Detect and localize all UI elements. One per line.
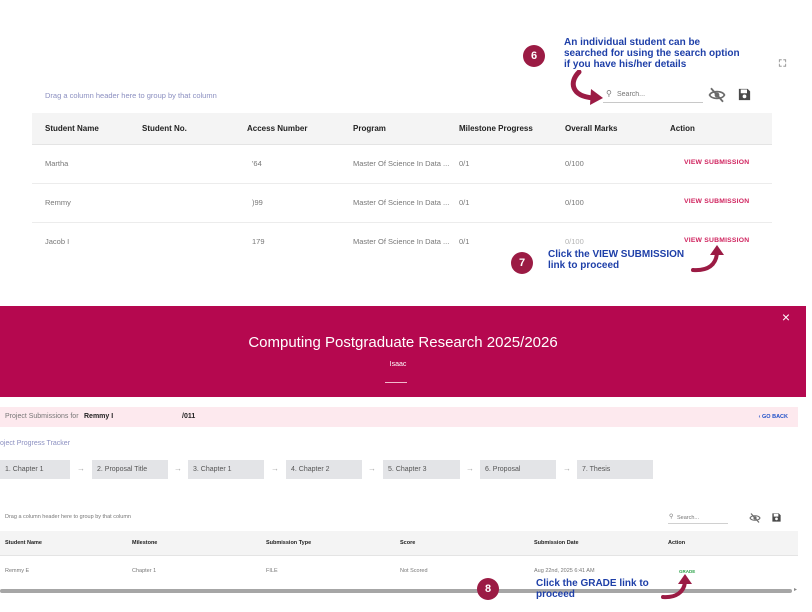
step-badge-8: 8 <box>477 578 499 600</box>
col-action[interactable]: Action <box>670 124 695 133</box>
col-milestone[interactable]: Milestone <box>132 540 157 546</box>
view-submission-link[interactable]: VIEW SUBMISSION <box>684 198 749 205</box>
cell-marks: 0/100 <box>565 237 584 246</box>
cell-marks: 0/100 <box>565 159 584 168</box>
submissions-label: Project Submissions for <box>5 413 79 420</box>
progress-tracker-title: oject Progress Tracker <box>0 440 71 447</box>
banner-subtitle: Isaac <box>389 361 407 368</box>
callout-6-line: An individual student can be <box>564 37 701 48</box>
group-by-hint: Drag a column header here to group by th… <box>5 514 131 520</box>
arrow-right-icon: → <box>271 464 279 473</box>
step-badge-6: 6 <box>523 45 545 67</box>
callout-6-line: searched for using the search option <box>564 48 740 59</box>
tracker-step-7[interactable]: 7. Thesis <box>577 460 653 479</box>
view-submission-link[interactable]: VIEW SUBMISSION <box>684 237 749 244</box>
search-icon: ⚲ <box>669 514 674 520</box>
col-overall-marks[interactable]: Overall Marks <box>565 124 617 133</box>
col-milestone-progress[interactable]: Milestone Progress <box>459 124 533 133</box>
close-icon[interactable]: × <box>782 309 790 325</box>
cell-submission-type: FILE <box>266 568 278 574</box>
cell-program: Master Of Science In Data ... <box>353 159 450 168</box>
banner-title: Computing Postgraduate Research 2025/202… <box>248 334 558 351</box>
col-action[interactable]: Action <box>668 540 685 546</box>
save-icon[interactable] <box>737 87 752 102</box>
grid-header: Student Name Student No. Access Number P… <box>32 113 772 145</box>
scroll-right-icon[interactable]: ▸ <box>794 586 797 593</box>
search-input[interactable] <box>617 87 701 101</box>
search-box[interactable]: ⚲ <box>668 511 728 524</box>
students-grid: Student Name Student No. Access Number P… <box>32 113 772 263</box>
curved-arrow-icon <box>570 70 603 105</box>
search-box[interactable]: ⚲ <box>603 86 703 103</box>
col-submission-date[interactable]: Submission Date <box>534 540 579 546</box>
col-student-name[interactable]: Student Name <box>45 124 99 133</box>
arrow-right-icon: → <box>77 464 85 473</box>
cell-marks: 0/100 <box>565 198 584 207</box>
cell-milestone: 0/1 <box>459 237 470 246</box>
cell-access-number: )99 <box>252 198 263 207</box>
go-back-link[interactable]: ‹ GO BACK <box>759 414 788 420</box>
cell-score: Not Scored <box>400 568 428 574</box>
group-by-hint: Drag a column header here to group by th… <box>45 91 217 100</box>
col-access-number[interactable]: Access Number <box>247 124 307 133</box>
cell-program: Master Of Science In Data ... <box>353 198 450 207</box>
research-banner: Computing Postgraduate Research 2025/202… <box>0 306 806 397</box>
column-visibility-icon[interactable] <box>708 86 726 104</box>
arrow-right-icon: → <box>174 464 182 473</box>
submissions-bar: Project Submissions for Remmy I /011 ‹ G… <box>0 407 798 427</box>
tracker-step-6[interactable]: 6. Proposal <box>480 460 556 479</box>
expand-icon <box>778 59 787 67</box>
tracker-step-5[interactable]: 5. Chapter 3 <box>383 460 460 479</box>
col-student-name[interactable]: Student Name <box>5 540 42 546</box>
cell-milestone: 0/1 <box>459 198 470 207</box>
save-icon[interactable] <box>771 512 782 523</box>
cell-program: Master Of Science In Data ... <box>353 237 450 246</box>
banner-divider <box>385 382 407 383</box>
tracker-step-1[interactable]: 1. Chapter 1 <box>0 460 70 479</box>
cell-milestone: 0/1 <box>459 159 470 168</box>
tracker-step-3[interactable]: 3. Chapter 1 <box>188 460 264 479</box>
arrow-right-icon: → <box>563 464 571 473</box>
arrow-right-icon: → <box>368 464 376 473</box>
curved-arrow-icon <box>661 574 692 600</box>
submission-student-name: Remmy I <box>84 413 114 420</box>
cell-submission-date: Aug 22nd, 2025 6:41 AM <box>534 568 595 574</box>
view-submission-link[interactable]: VIEW SUBMISSION <box>684 159 749 166</box>
curved-arrow-icon <box>691 245 724 273</box>
cell-student-name: Martha <box>45 159 69 168</box>
student-list-panel: Drag a column header here to group by th… <box>0 0 812 300</box>
table-row: Martha '64 Master Of Science In Data ...… <box>32 145 772 184</box>
col-program[interactable]: Program <box>353 124 386 133</box>
cell-access-number: 179 <box>252 237 265 246</box>
search-input[interactable] <box>677 512 727 523</box>
col-submission-type[interactable]: Submission Type <box>266 540 311 546</box>
cell-student-name: Remmy <box>45 198 71 207</box>
grid-header: Student Name Milestone Submission Type S… <box>0 531 798 556</box>
col-score[interactable]: Score <box>400 540 415 546</box>
cell-access-number: '64 <box>252 159 262 168</box>
tracker-step-4[interactable]: 4. Chapter 2 <box>286 460 362 479</box>
table-row: Remmy )99 Master Of Science In Data ... … <box>32 184 772 223</box>
submission-student-number: /011 <box>182 413 196 420</box>
step-badge-7: 7 <box>511 252 533 274</box>
callout-6-text: An individual student can be searched fo… <box>564 37 804 70</box>
tracker-step-2[interactable]: 2. Proposal Title <box>92 460 168 479</box>
callout-6-line: if you have his/her details <box>564 59 687 70</box>
column-visibility-icon[interactable] <box>748 512 762 524</box>
cell-student-name: Remmy E <box>5 568 30 574</box>
col-student-no[interactable]: Student No. <box>142 124 187 133</box>
cell-milestone: Chapter 1 <box>132 568 157 574</box>
progress-tracker: 1. Chapter 1 → 2. Proposal Title → 3. Ch… <box>0 460 660 479</box>
cell-student-name: Jacob I <box>45 237 70 246</box>
arrow-right-icon: → <box>466 464 474 473</box>
